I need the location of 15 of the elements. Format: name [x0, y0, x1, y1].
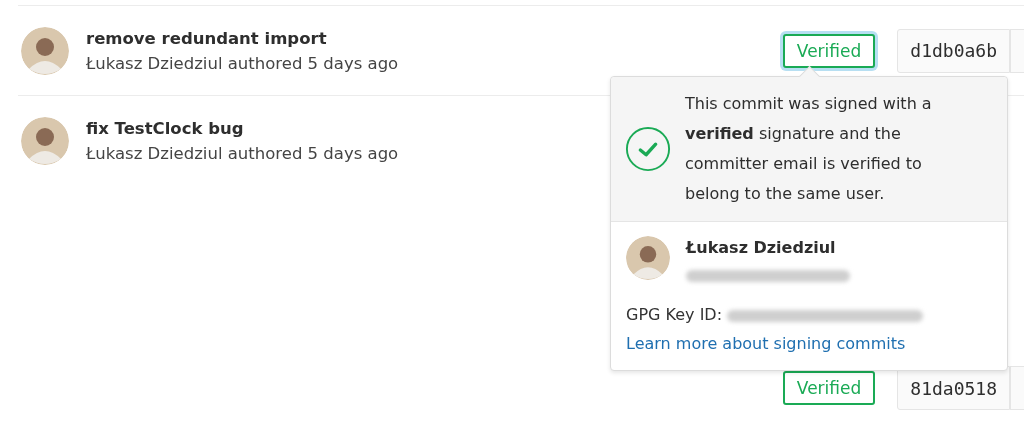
avatar-icon — [626, 236, 670, 280]
signature-message: This commit was signed with a verified signature and the committer email is verified to belong to the same user. — [685, 93, 933, 205]
avatar-icon — [21, 26, 69, 75]
gpg-key-label: GPG Key ID: — [626, 305, 723, 324]
signer-name: Łukasz Dziedziul — [686, 238, 837, 257]
copy-button[interactable] — [1010, 28, 1024, 73]
commit-sha-button[interactable]: d1db0a6b — [897, 28, 1010, 73]
commit-title[interactable]: fix TestClock bug — [86, 118, 399, 138]
commit-title[interactable]: remove redundant import — [86, 28, 399, 48]
copy-button[interactable] — [1010, 366, 1024, 410]
signing-commits-link[interactable]: Learn more about signing commits — [626, 334, 906, 353]
check-circle-icon — [625, 126, 671, 172]
commit-author-meta: Łukasz Dziedziul authored 5 days ago — [86, 53, 399, 73]
commit-author-meta: Łukasz Dziedziul authored 5 days ago — [86, 143, 399, 163]
avatar-icon — [21, 116, 69, 165]
